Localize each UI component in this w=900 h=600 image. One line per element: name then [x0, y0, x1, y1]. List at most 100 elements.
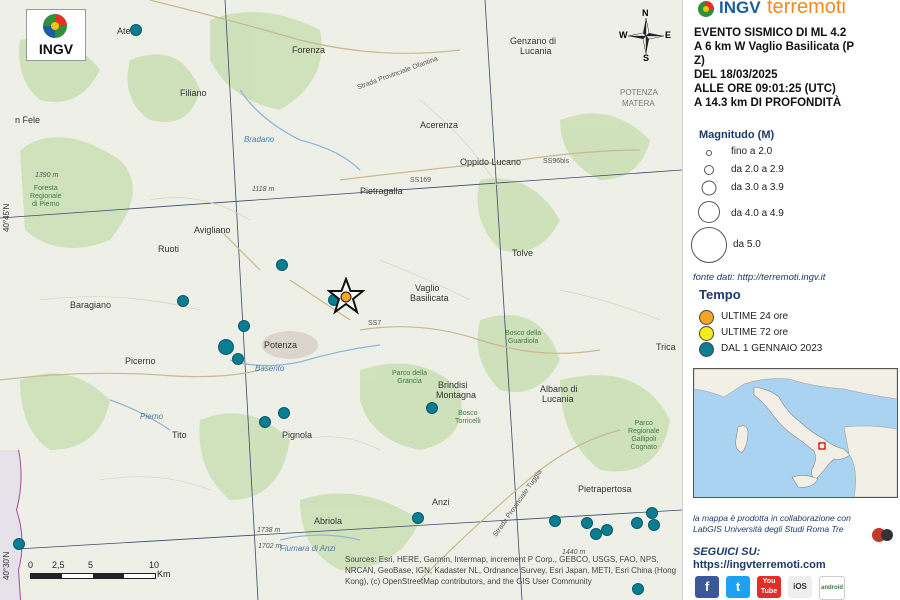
scale-bar: 0 2,5 5 10 Km [22, 560, 342, 598]
place-tolve: Tolve [512, 248, 534, 258]
place-pietragalla: Pietragalla [360, 186, 403, 196]
mag-circle-1 [706, 150, 712, 156]
earthquake-marker[interactable] [590, 528, 602, 540]
place-trica: Trica [656, 342, 676, 352]
place-abriola: Abriola [314, 516, 343, 526]
place-picerno: Picerno [125, 356, 156, 366]
place-genzano: Genzano di [510, 36, 557, 46]
youtube-icon[interactable]: You Tube [757, 576, 781, 598]
earthquake-marker[interactable] [549, 515, 561, 527]
time-dot-72h [699, 326, 714, 341]
time-label-24h: ULTIME 24 ore [721, 311, 789, 322]
compass-w: W [619, 30, 628, 40]
event-location-cont: Z) [694, 55, 705, 67]
earthquake-marker[interactable] [426, 402, 438, 414]
road-ss96bis: SS96bis [543, 158, 570, 165]
mag-label-4: da 4.0 a 4.9 [731, 208, 784, 219]
earthquake-marker[interactable] [177, 295, 189, 307]
earthquake-marker[interactable] [130, 24, 142, 36]
river-pierno: Pierno [140, 412, 164, 421]
event-depth: A 14.3 km DI PROFONDITÀ [694, 97, 842, 109]
place-albano: Albano di [540, 384, 578, 394]
follow-url[interactable]: https://ingvterremoti.com [693, 559, 826, 571]
ios-icon[interactable]: iOS [788, 576, 812, 598]
event-time: ALLE ORE 09:01:25 (UTC) [694, 83, 836, 95]
place-pietrapertosa: Pietrapertosa [578, 484, 632, 494]
place-albano-lucania: Lucania [542, 394, 574, 404]
mag-label-3: da 3.0 a 3.9 [731, 182, 784, 193]
place-acerenza: Acerenza [420, 120, 459, 130]
mag-circle-2 [704, 165, 714, 175]
place-oppido: Oppido Lucano [460, 157, 522, 167]
twitter-icon[interactable]: t [726, 576, 750, 598]
ingv-logo: INGV [26, 9, 86, 61]
green-torricelli: Bosco Torricelli [455, 410, 481, 425]
scale-tick-2-5: 2,5 [52, 560, 65, 570]
place-vaglio: Vaglio [415, 283, 440, 293]
scale-unit: Km [157, 569, 171, 579]
compass-s: S [643, 53, 650, 63]
scale-tick-5: 5 [88, 560, 94, 570]
earthquake-marker[interactable] [218, 339, 234, 355]
logo-text: INGV [38, 41, 74, 57]
label-potenza-province: POTENZA [620, 88, 658, 97]
earthquake-marker[interactable] [412, 512, 424, 524]
earthquake-marker[interactable] [646, 507, 658, 519]
place-sanfele: n Fele [15, 115, 41, 125]
place-baragiano: Baragiano [70, 300, 112, 310]
place-forenza: Forenza [292, 45, 326, 55]
road-ss169: SS169 [410, 177, 432, 184]
green-gallipoli: Parco Regionale Gallipoli Cognato [628, 420, 660, 451]
event-magnitude: EVENTO SISMICO DI ML 4.2 [694, 27, 847, 39]
label-matera-province: MATERA [622, 99, 655, 108]
facebook-icon[interactable]: f [695, 576, 719, 598]
place-avigliano: Avigliano [194, 225, 231, 235]
italy-outline-icon [694, 369, 897, 497]
collab-line-2: LabGIS Università degli Studi Roma Tre [693, 524, 844, 534]
lat-label-north: 40°45'N [2, 203, 11, 232]
elevation-label: 1390 m [35, 172, 59, 179]
mag-circle-5 [691, 227, 727, 263]
place-pignola: Pignola [282, 430, 313, 440]
follow-title: SEGUICI SU: [693, 546, 761, 558]
earthquake-marker[interactable] [238, 320, 250, 332]
place-anzi: Anzi [432, 497, 450, 507]
place-brindisi: Brindisi [438, 380, 468, 390]
italy-inset-map [693, 368, 898, 498]
mag-circle-4 [698, 201, 720, 223]
green-guardiola: Bosco della Guardiola [505, 330, 542, 345]
time-dot-24h [699, 310, 714, 325]
globe-icon [43, 14, 67, 38]
map-attribution: Sources: Esri, HERE, Garmin, Intermap, i… [345, 555, 677, 586]
place-lucania: Lucania [520, 46, 552, 56]
river-fiumara: Fiumara di Anzi [280, 544, 336, 553]
earthquake-marker[interactable] [276, 259, 288, 271]
epicenter-star-icon[interactable] [327, 277, 365, 315]
earthquake-marker[interactable] [631, 517, 643, 529]
brand-prefix: INGV [719, 0, 761, 17]
time-dot-2023 [699, 342, 714, 357]
earthquake-marker[interactable] [232, 353, 244, 365]
earthquake-marker[interactable] [278, 407, 290, 419]
mag-label-2: da 2.0 a 2.9 [731, 164, 784, 175]
earthquake-marker[interactable] [259, 416, 271, 428]
mag-label-1: fino a 2.0 [731, 146, 773, 157]
map-view[interactable]: Atella Forenza Genzano di Lucania Filian… [0, 0, 682, 600]
mag-circle-3 [701, 180, 717, 196]
place-tito: Tito [172, 430, 187, 440]
labgis-logo-icon [872, 528, 893, 542]
collab-line-1: la mappa è prodotta in collaborazione co… [693, 513, 851, 523]
place-filiano: Filiano [180, 88, 207, 98]
earthquake-marker[interactable] [601, 524, 613, 536]
brand-suffix: terremoti [767, 0, 846, 18]
green-grancia: Parco della Grancia [392, 370, 428, 385]
time-legend-title: Tempo [699, 287, 741, 302]
data-source[interactable]: fonte dati: http://terremoti.ingv.it [693, 272, 825, 283]
earthquake-marker[interactable] [13, 538, 25, 550]
place-montagna: Montagna [436, 390, 477, 400]
android-icon[interactable]: android [819, 576, 845, 600]
earthquake-marker[interactable] [581, 517, 593, 529]
compass-e: E [665, 30, 672, 40]
earthquake-marker[interactable] [648, 519, 660, 531]
time-label-72h: ULTIME 72 ore [721, 327, 789, 338]
